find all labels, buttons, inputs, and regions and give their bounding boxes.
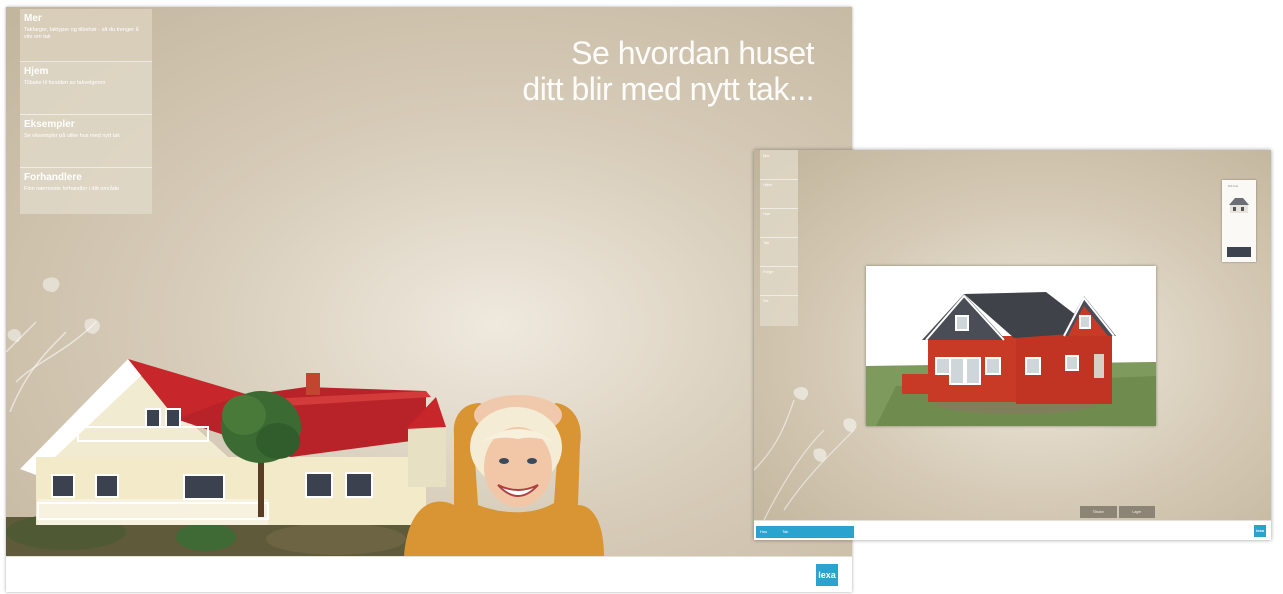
main-footer: lexa — [6, 556, 852, 592]
footer-tab[interactable]: Tak — [782, 529, 788, 534]
house-render-card — [866, 266, 1156, 426]
small-menu-label: Vis — [763, 298, 769, 303]
small-menu-label: Hjem — [763, 182, 773, 187]
side-menu-small: Mer Hjem Hus Tak Farge Vis — [760, 150, 798, 326]
preview-footer: Hus Tak lexa — [754, 520, 1271, 540]
small-menu-item[interactable]: Hjem — [760, 179, 798, 209]
menu-item-mer[interactable]: Mer Takfarger, taktyper og tilbehør - al… — [20, 9, 152, 62]
footer-tab[interactable]: Hus — [760, 529, 767, 534]
thumbnail-house-icon — [1229, 198, 1249, 213]
menu-item-hjem[interactable]: Hjem Tilbake til forsiden av takvelgeren — [20, 62, 152, 115]
brand-logo[interactable]: lexa — [816, 564, 838, 586]
house-thumbnail[interactable]: Ditt hus — [1222, 180, 1256, 262]
preview-screen: Mer Hjem Hus Tak Farge Vis Ditt hus Tilb… — [754, 150, 1271, 540]
menu-item-title: Hjem — [24, 66, 49, 77]
small-menu-item[interactable]: Vis — [760, 295, 798, 324]
small-menu-item[interactable]: Hus — [760, 208, 798, 238]
menu-item-title: Forhandlere — [24, 172, 82, 183]
menu-item-eksempler[interactable]: Eksempler Se eksempler på ulike hus med … — [20, 115, 152, 168]
logo-text: lexa — [1256, 528, 1264, 533]
small-menu-item[interactable]: Tak — [760, 237, 798, 267]
menu-item-title: Eksempler — [24, 119, 75, 130]
menu-item-title: Mer — [24, 13, 42, 24]
floral-vine-decoration-small — [754, 387, 857, 520]
main-screen: Mer Takfarger, taktyper og tilbehør - al… — [6, 7, 852, 592]
side-menu: Mer Takfarger, taktyper og tilbehør - al… — [20, 9, 152, 214]
small-menu-item[interactable]: Farge — [760, 266, 798, 296]
small-menu-label: Farge — [763, 269, 774, 274]
woman-photo — [404, 395, 604, 556]
tagline-line-2: ditt blir med nytt tak... — [522, 71, 814, 107]
small-menu-label: Tak — [763, 240, 770, 245]
menu-item-desc: Takfarger, taktyper og tilbehør - alt du… — [24, 27, 139, 40]
logo-text: lexa — [818, 569, 836, 580]
house-photo — [6, 359, 446, 556]
menu-item-desc: Tilbake til forsiden av takvelgeren — [24, 80, 106, 86]
menu-item-desc: Finn nærmeste forhandler i ditt område — [24, 186, 120, 192]
save-button[interactable]: Lagre — [1118, 506, 1155, 518]
tagline-line-1: Se hvordan huset — [571, 35, 814, 71]
menu-item-desc: Se eksempler på ulike hus med nytt tak — [24, 133, 120, 139]
small-menu-label: Mer — [763, 153, 770, 158]
menu-item-forhandlere[interactable]: Forhandlere Finn nærmeste forhandler i d… — [20, 168, 152, 220]
action-buttons: Tilbake Lagre — [1080, 506, 1155, 518]
brand-logo-small[interactable]: lexa — [1254, 525, 1266, 537]
headline-tagline: Se hvordan huset ditt blir med nytt tak.… — [522, 35, 814, 107]
thumbnail-color-swatch — [1227, 247, 1251, 257]
small-menu-label: Hus — [763, 211, 771, 216]
house-render — [866, 266, 1156, 426]
footer-tab-bar[interactable]: Hus Tak — [756, 526, 854, 538]
back-button[interactable]: Tilbake — [1080, 506, 1117, 518]
small-menu-item[interactable]: Mer — [760, 150, 798, 180]
thumbnail-caption: Ditt hus — [1228, 184, 1239, 188]
